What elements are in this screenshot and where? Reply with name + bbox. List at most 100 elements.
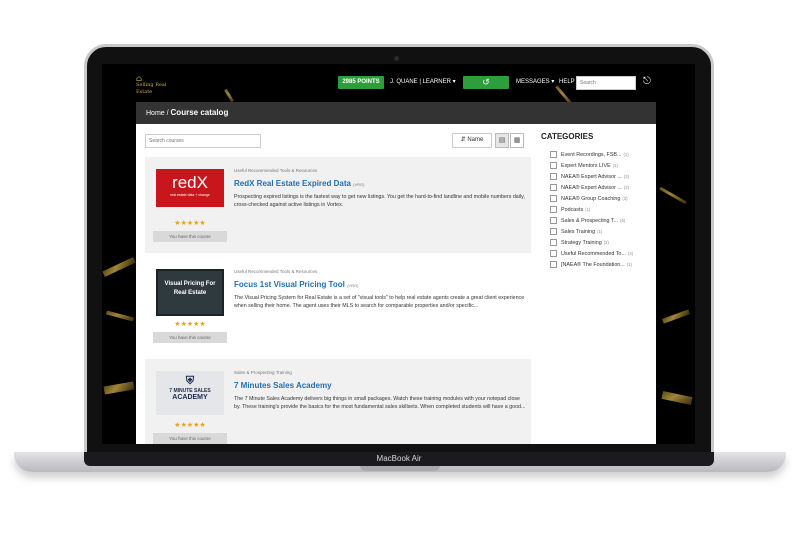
top-navigation: ⌂ Selling Real Estate 2985 POINTS J. QUA…: [102, 72, 695, 96]
category-checkbox[interactable]: [550, 184, 557, 191]
page-title: Course catalog: [170, 108, 229, 117]
star-rating: ★★★★★: [174, 321, 206, 328]
device-label: MacBook Air: [376, 454, 422, 463]
category-filter-item[interactable]: Event Recordings, FSB... (1): [541, 149, 653, 160]
grid-view-button[interactable]: ▦: [510, 133, 524, 148]
course-tag: (VRG): [347, 283, 359, 288]
camera-dot: [394, 56, 399, 61]
thumbnail-line-2: ACADEMY: [172, 394, 208, 401]
course-title: RedX Real Estate Expired Data: [234, 179, 351, 188]
course-description: The Visual Pricing System for Real Estat…: [234, 295, 525, 309]
category-checkbox[interactable]: [550, 173, 557, 180]
category-label: Sales Training: [561, 228, 596, 235]
breadcrumb-home[interactable]: Home: [146, 110, 165, 117]
course-category: Useful Recommended Tools & Resources: [234, 168, 318, 173]
course-title: 7 Minutes Sales Academy: [234, 381, 332, 390]
course-description: The 7 Minute Sales Academy delivers big …: [234, 396, 526, 410]
laptop-notch: [360, 466, 440, 471]
category-checkbox[interactable]: [550, 261, 557, 268]
course-tag: (VRG): [353, 182, 365, 187]
category-count: (1): [585, 207, 591, 212]
course-catalog-panel: ⇵ Name ▤ ▦ redX real estate data + chang…: [136, 124, 656, 444]
category-label: NAEA® Group Coaching: [561, 195, 621, 202]
category-count: (1): [623, 152, 629, 157]
category-count: (2): [623, 185, 630, 190]
messages-menu[interactable]: MESSAGES ▾: [516, 76, 554, 89]
thumbnail-logo-text: redX: [172, 173, 208, 192]
refresh-button[interactable]: ↺: [463, 76, 509, 89]
screen: ⌂ Selling Real Estate 2985 POINTS J. QUA…: [102, 64, 695, 444]
course-description: Prospecting expired listings is the fast…: [234, 194, 525, 208]
category-filter-item[interactable]: NAEA® Expert Advisor ... (2): [541, 171, 653, 182]
category-checkbox[interactable]: [550, 162, 557, 169]
category-checkbox[interactable]: [550, 151, 557, 158]
category-checkbox[interactable]: [550, 228, 557, 235]
grid-view-icon: ▦: [513, 137, 521, 144]
course-thumbnail[interactable]: Visual Pricing For Real Estate: [156, 269, 224, 316]
course-thumbnail[interactable]: redX real estate data + change: [156, 169, 224, 207]
enrollment-status: You have this course: [153, 332, 227, 343]
category-checkbox[interactable]: [550, 206, 557, 213]
enrollment-status: You have this course: [153, 231, 227, 242]
help-link[interactable]: HELP: [559, 76, 575, 89]
points-button[interactable]: 2985 POINTS: [338, 76, 384, 89]
category-checkbox[interactable]: [550, 250, 557, 257]
course-title-link[interactable]: Focus 1st Visual Pricing Tool (VRG): [234, 280, 358, 289]
course-card[interactable]: Visual Pricing For Real Estate ★★★★★ You…: [145, 258, 531, 354]
logout-icon[interactable]: ⎋: [643, 75, 651, 89]
decorative-gold-stroke: [102, 257, 136, 277]
category-filter-item[interactable]: Sales & Prospecting T... (6): [541, 215, 653, 226]
shield-icon: ⛨: [185, 375, 195, 387]
category-count: (1): [626, 262, 632, 267]
category-filter-item[interactable]: Sales Training (1): [541, 226, 653, 237]
category-label: NAEA® Expert Advisor ...: [561, 173, 622, 180]
category-label: [NAEA® The Foundation...: [561, 261, 625, 268]
category-count: (2): [603, 240, 609, 245]
category-filter-item[interactable]: Useful Recommended To... (4): [541, 248, 653, 259]
category-filter-item[interactable]: NAEA® Expert Advisor ... (2): [541, 182, 653, 193]
category-filter-item[interactable]: Podcasts (1): [541, 204, 653, 215]
decorative-gold-stroke: [103, 381, 135, 395]
course-search-input[interactable]: [145, 134, 261, 148]
course-title-link[interactable]: 7 Minutes Sales Academy: [234, 381, 332, 390]
site-logo[interactable]: ⌂ Selling Real Estate: [136, 75, 168, 96]
category-label: Event Recordings, FSB...: [561, 151, 622, 158]
sort-label: Name: [467, 137, 484, 143]
course-card[interactable]: ⛨ 7 MINUTE SALES ACADEMY ★★★★★ You have …: [145, 359, 531, 444]
course-category: Sales & Prospecting Training: [234, 370, 292, 375]
category-count: (1): [612, 163, 618, 168]
category-filter-item[interactable]: [NAEA® The Foundation... (1): [541, 259, 653, 270]
star-rating: ★★★★★: [174, 220, 206, 227]
category-filter-item[interactable]: NAEA® Group Coaching (3): [541, 193, 653, 204]
category-count: (2): [623, 174, 630, 179]
category-count: (1): [597, 229, 603, 234]
decorative-gold-stroke: [661, 309, 691, 324]
breadcrumb: Home / Course catalog: [136, 102, 656, 124]
enrollment-status: You have this course: [153, 433, 227, 444]
category-checkbox[interactable]: [550, 239, 557, 246]
course-category: Useful Recommended Tools & Resources: [234, 269, 318, 274]
category-checkbox[interactable]: [550, 195, 557, 202]
category-count: (4): [627, 251, 634, 256]
category-filter-item[interactable]: Strategy Training (2): [541, 237, 653, 248]
course-card[interactable]: redX real estate data + change ★★★★★ You…: [145, 157, 531, 253]
category-list: Event Recordings, FSB... (1) Expert Mentor…: [541, 149, 653, 270]
list-view-icon: ▤: [498, 137, 506, 144]
search-input[interactable]: [576, 76, 636, 90]
categories-title: CATEGORIES: [541, 132, 594, 141]
user-name: J. QUANE | LEARNER: [390, 79, 451, 85]
user-menu[interactable]: J. QUANE | LEARNER ▾: [390, 76, 456, 89]
course-thumbnail[interactable]: ⛨ 7 MINUTE SALES ACADEMY: [156, 371, 224, 415]
course-title-link[interactable]: RedX Real Estate Expired Data (VRG): [234, 179, 365, 188]
category-label: Sales & Prospecting T...: [561, 217, 619, 224]
refresh-icon: ↺: [482, 77, 490, 87]
category-label: Useful Recommended To...: [561, 250, 626, 257]
category-count: (3): [622, 196, 628, 201]
sort-by-name-button[interactable]: ⇵ Name: [452, 133, 492, 148]
list-view-button[interactable]: ▤: [495, 133, 509, 148]
decorative-gold-stroke: [659, 186, 687, 205]
sort-icon: ⇵: [460, 137, 466, 143]
category-count: (6): [620, 218, 626, 223]
category-checkbox[interactable]: [550, 217, 557, 224]
category-filter-item[interactable]: Expert Mentors LIVE (1): [541, 160, 653, 171]
